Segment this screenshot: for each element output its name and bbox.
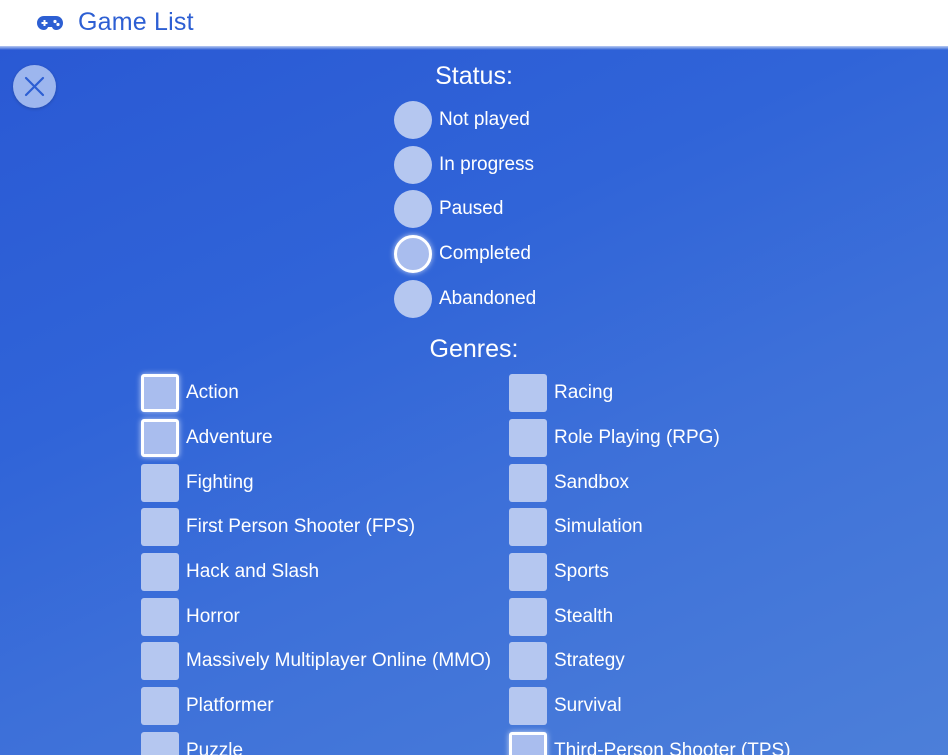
status-radio[interactable]: [394, 235, 432, 273]
genre-checkbox[interactable]: [141, 374, 179, 412]
app-header: Game List: [0, 0, 948, 46]
status-radio[interactable]: [394, 190, 432, 228]
genre-label: First Person Shooter (FPS): [186, 516, 416, 537]
genre-label: Simulation: [554, 516, 643, 537]
genre-option-action[interactable]: Action: [141, 373, 239, 413]
genre-option-rpg[interactable]: Role Playing (RPG): [509, 418, 720, 458]
genre-label: Hack and Slash: [186, 561, 320, 582]
genre-checkbox[interactable]: [509, 374, 547, 412]
status-option-not-played[interactable]: Not played: [394, 100, 530, 140]
genre-option-mmo[interactable]: Massively Multiplayer Online (MMO): [141, 641, 491, 681]
genre-option-hack-and-slash[interactable]: Hack and Slash: [141, 552, 319, 592]
genre-label: Role Playing (RPG): [554, 427, 720, 448]
genre-option-sandbox[interactable]: Sandbox: [509, 463, 629, 503]
genre-checkbox[interactable]: [509, 419, 547, 457]
gamepad-icon: [37, 16, 63, 30]
genre-checkbox[interactable]: [509, 687, 547, 725]
page-title: Game List: [78, 8, 194, 36]
genre-label: Horror: [186, 606, 240, 627]
genre-option-fps[interactable]: First Person Shooter (FPS): [141, 507, 415, 547]
genre-label: Racing: [554, 382, 614, 403]
genre-option-adventure[interactable]: Adventure: [141, 418, 273, 458]
genre-option-racing[interactable]: Racing: [509, 373, 613, 413]
genre-option-tps[interactable]: Third-Person Shooter (TPS): [509, 731, 791, 755]
filter-panel: Status: Not played In progress Paused Co…: [0, 46, 948, 755]
genre-label: Stealth: [554, 606, 614, 627]
genre-checkbox[interactable]: [509, 598, 547, 636]
genre-option-puzzle[interactable]: Puzzle: [141, 731, 243, 755]
genre-checkbox[interactable]: [141, 598, 179, 636]
genre-option-fighting[interactable]: Fighting: [141, 463, 254, 503]
genre-label: Massively Multiplayer Online (MMO): [186, 650, 492, 671]
genre-checkbox[interactable]: [509, 642, 547, 680]
genre-label: Action: [186, 382, 239, 403]
genre-label: Platformer: [186, 695, 274, 716]
status-option-paused[interactable]: Paused: [394, 189, 503, 229]
status-label: Completed: [439, 243, 531, 264]
genre-option-simulation[interactable]: Simulation: [509, 507, 643, 547]
genre-option-platformer[interactable]: Platformer: [141, 686, 274, 726]
genre-label: Fighting: [186, 472, 254, 493]
status-option-abandoned[interactable]: Abandoned: [394, 279, 536, 319]
genre-option-survival[interactable]: Survival: [509, 686, 622, 726]
status-radio[interactable]: [394, 146, 432, 184]
genre-option-sports[interactable]: Sports: [509, 552, 609, 592]
genre-checkbox[interactable]: [141, 687, 179, 725]
status-option-in-progress[interactable]: In progress: [394, 145, 534, 185]
genre-checkbox[interactable]: [509, 732, 547, 755]
genre-checkbox[interactable]: [509, 464, 547, 502]
genre-checkbox[interactable]: [509, 553, 547, 591]
genre-label: Survival: [554, 695, 622, 716]
genre-option-stealth[interactable]: Stealth: [509, 597, 613, 637]
genre-label: Strategy: [554, 650, 625, 671]
genre-checkbox[interactable]: [141, 553, 179, 591]
genre-label: Adventure: [186, 427, 273, 448]
status-label: Paused: [439, 198, 504, 219]
status-option-completed[interactable]: Completed: [394, 234, 531, 274]
status-radio[interactable]: [394, 101, 432, 139]
status-label: Abandoned: [439, 288, 537, 309]
status-label: In progress: [439, 154, 535, 175]
genre-checkbox[interactable]: [141, 508, 179, 546]
genre-option-strategy[interactable]: Strategy: [509, 641, 625, 681]
status-heading: Status:: [435, 62, 513, 90]
status-label: Not played: [439, 109, 530, 130]
genre-label: Third-Person Shooter (TPS): [554, 740, 791, 755]
genres-heading: Genres:: [429, 335, 519, 363]
genre-checkbox[interactable]: [141, 642, 179, 680]
genre-label: Puzzle: [186, 740, 244, 755]
status-radio[interactable]: [394, 280, 432, 318]
genre-checkbox[interactable]: [141, 732, 179, 755]
genre-checkbox[interactable]: [141, 419, 179, 457]
genre-label: Sports: [554, 561, 609, 582]
genre-option-horror[interactable]: Horror: [141, 597, 240, 637]
genre-checkbox[interactable]: [509, 508, 547, 546]
genre-label: Sandbox: [554, 472, 630, 493]
genre-checkbox[interactable]: [141, 464, 179, 502]
